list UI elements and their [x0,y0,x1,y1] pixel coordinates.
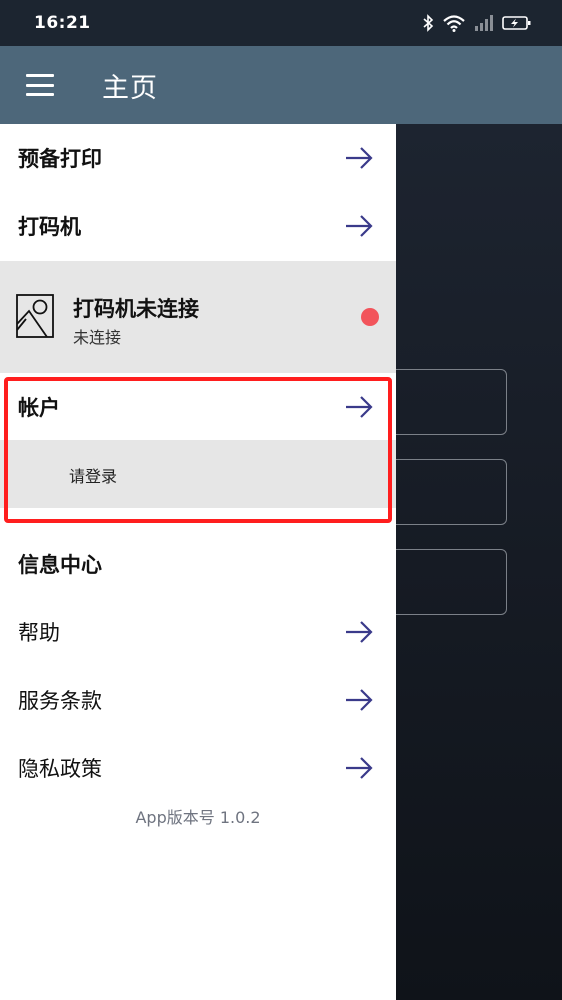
section-heading: 信息中心 [18,553,102,577]
status-icons [422,14,532,32]
drawer-item-account[interactable]: 帐户 [0,373,396,440]
hamburger-menu-icon[interactable] [26,74,54,96]
drawer-item-label: 隐私政策 [18,757,102,781]
login-prompt-button[interactable]: 请登录 [0,440,396,508]
signal-icon [475,15,493,31]
navigation-drawer: 预备打印 打码机 打码机未连接 未连接 帐户 请登录 信息中心 帮助 服务条款 … [0,124,396,1000]
battery-charging-icon [502,16,531,30]
page-title: 主页 [102,72,158,104]
printer-status-title: 打码机未连接 [73,297,199,321]
arrow-right-icon [346,757,373,779]
drawer-item-label: 打码机 [18,215,81,239]
drawer-item-label: 帮助 [18,621,60,645]
drawer-item-printer[interactable]: 打码机 [0,192,396,260]
drawer-item-privacy[interactable]: 隐私政策 [0,734,396,802]
arrow-right-icon [346,215,373,237]
bluetooth-icon [423,14,434,32]
login-prompt-label: 请登录 [69,467,118,486]
drawer-item-prepare-print[interactable]: 预备打印 [0,124,396,192]
wifi-icon [443,15,465,32]
status-bar: 16:21 [0,0,562,46]
printer-status-subtitle: 未连接 [73,328,122,347]
drawer-item-help[interactable]: 帮助 [0,598,396,666]
app-version-text: App版本号 1.0.2 [135,808,261,827]
drawer-section-info-center: 信息中心 [0,530,396,598]
app-bar: 主页 [0,46,562,124]
arrow-right-icon [346,689,373,711]
arrow-right-icon [346,147,373,169]
drawer-item-label: 预备打印 [18,147,102,171]
drawer-item-label: 帐户 [18,395,60,420]
printer-status-card[interactable]: 打码机未连接 未连接 [0,261,396,373]
drawer-item-label: 服务条款 [18,689,102,713]
arrow-right-icon [346,395,373,418]
arrow-right-icon [346,621,373,643]
status-time: 16:21 [34,13,91,33]
disconnected-status-dot [361,308,379,326]
image-placeholder-icon [16,294,54,338]
drawer-item-terms[interactable]: 服务条款 [0,666,396,734]
